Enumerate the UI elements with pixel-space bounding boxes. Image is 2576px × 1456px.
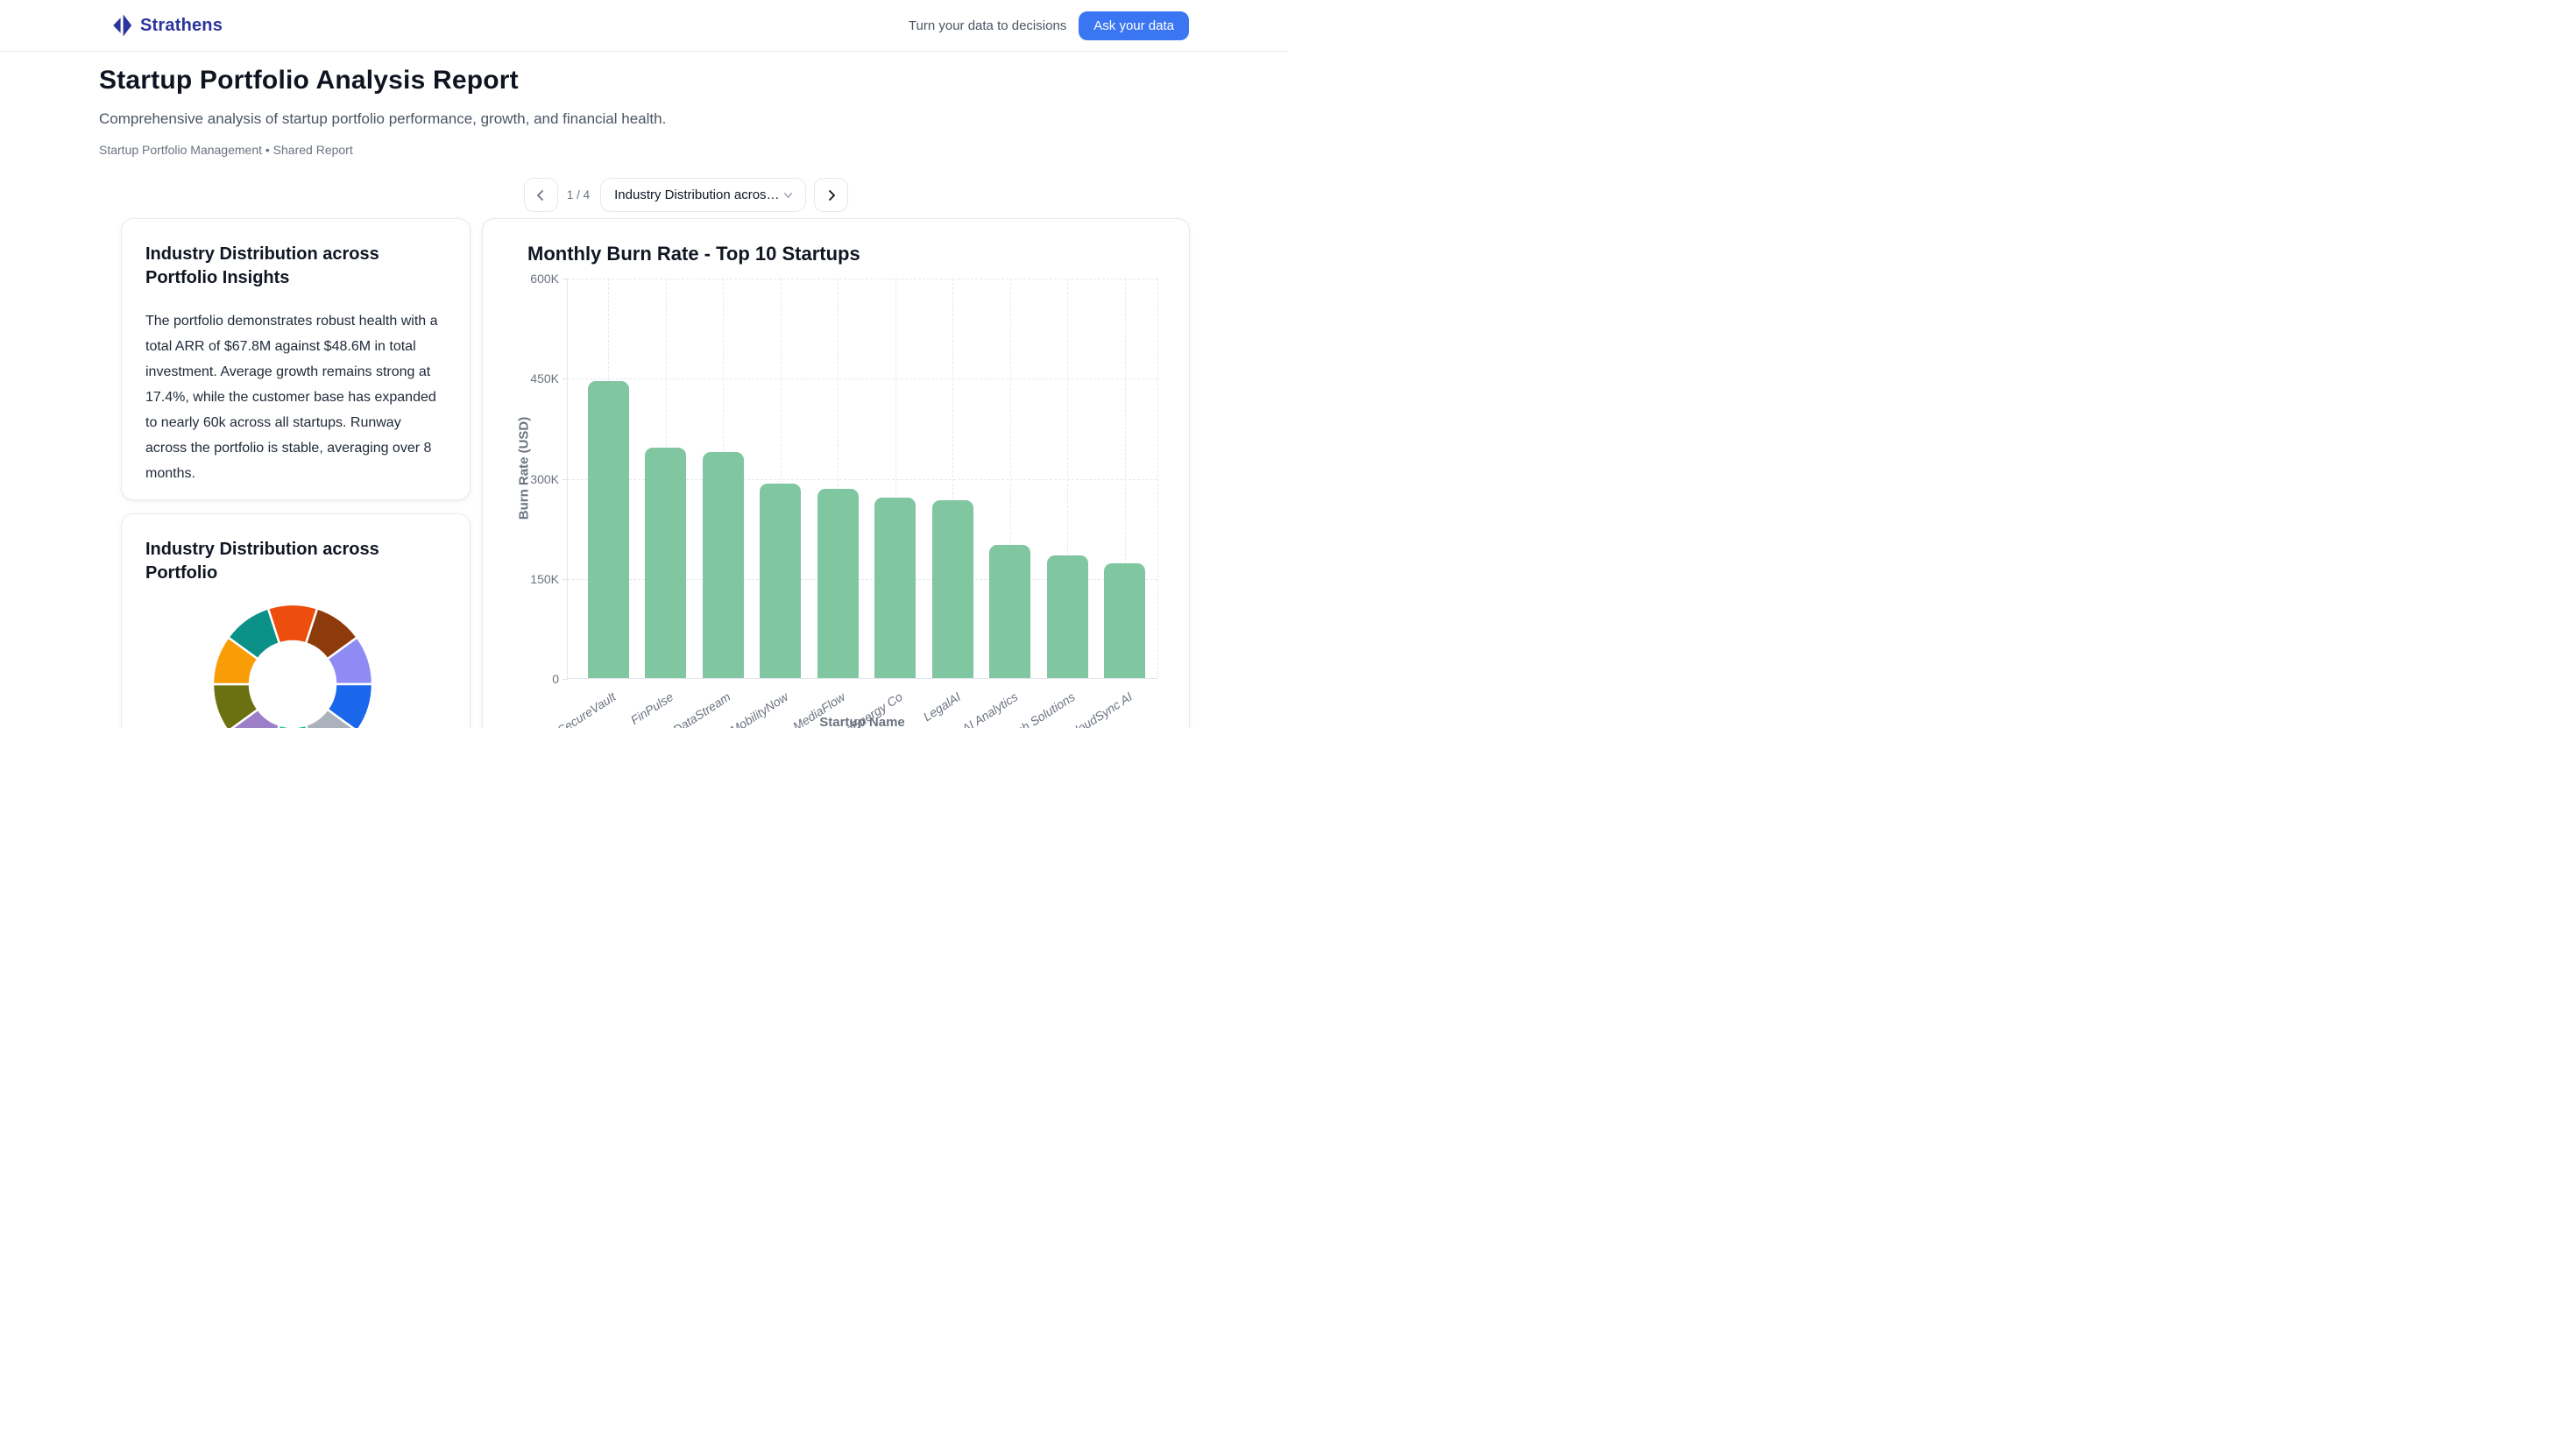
- brand-logo-icon: [112, 12, 132, 39]
- x-axis-title: Startup Name: [567, 715, 1157, 728]
- donut-card: Industry Distribution across Portfolio: [121, 513, 471, 728]
- chevron-right-icon: [825, 189, 838, 201]
- page-subtitle: Comprehensive analysis of startup portfo…: [99, 110, 666, 128]
- y-tick-label: 0: [506, 672, 559, 686]
- y-tick-mark: [563, 479, 568, 480]
- bar-MobilityNow: [760, 484, 801, 678]
- bar-LegalAI: [932, 500, 973, 678]
- y-gridline: [568, 378, 1157, 379]
- bar-FinPulse: [645, 448, 686, 678]
- y-tick-label: 150K: [506, 572, 559, 586]
- report-page: Strathens Turn your data to decisions As…: [0, 0, 1288, 728]
- pager-next-button[interactable]: [814, 178, 848, 212]
- brand-name: Strathens: [140, 16, 223, 36]
- y-tick-label: 300K: [506, 472, 559, 486]
- donut-chart: [209, 601, 376, 728]
- page-title: Startup Portfolio Analysis Report: [99, 66, 666, 95]
- header-right: Turn your data to decisions Ask your dat…: [909, 11, 1189, 40]
- chevron-down-icon: [782, 189, 794, 201]
- y-tick-label: 600K: [506, 272, 559, 286]
- chart-selector-dropdown[interactable]: Industry Distribution acros…: [600, 178, 806, 212]
- bar-AI Analytics: [989, 545, 1030, 678]
- insight-card-body: The portfolio demonstrates robust health…: [145, 308, 446, 486]
- pager-prev-button[interactable]: [524, 178, 558, 212]
- title-block: Startup Portfolio Analysis Report Compre…: [99, 66, 666, 157]
- insight-card: Industry Distribution across Portfolio I…: [121, 218, 471, 500]
- bar-SecureVault: [588, 381, 629, 678]
- header-tagline: Turn your data to decisions: [909, 18, 1066, 33]
- y-tick-mark: [563, 579, 568, 580]
- header: Strathens Turn your data to decisions As…: [0, 0, 1288, 52]
- bar-chart-card: Monthly Burn Rate - Top 10 Startups Burn…: [482, 218, 1190, 728]
- bar-plot: 600K450K300K150K0SecureVaultFinPulseData…: [567, 279, 1157, 679]
- y-tick-label: 450K: [506, 371, 559, 385]
- ask-your-data-button[interactable]: Ask your data: [1079, 11, 1189, 40]
- y-tick-mark: [563, 378, 568, 379]
- insight-card-title: Industry Distribution across Portfolio I…: [145, 243, 446, 290]
- bar-MediaFlow: [817, 489, 859, 678]
- y-tick-mark: [563, 679, 568, 680]
- page-meta: Startup Portfolio Management • Shared Re…: [99, 143, 666, 157]
- chart-selector-label: Industry Distribution acros…: [614, 187, 779, 202]
- bar-PropTech Solutions: [1047, 555, 1088, 678]
- brand[interactable]: Strathens: [112, 12, 223, 39]
- donut-card-title: Industry Distribution across Portfolio: [145, 538, 446, 585]
- bar-CloudSync AI: [1104, 563, 1145, 678]
- chart-pager: 1 / 4 Industry Distribution acros…: [42, 178, 1288, 212]
- y-axis-title: Burn Rate (USD): [516, 417, 531, 520]
- chevron-left-icon: [534, 189, 547, 201]
- x-gridline: [1157, 279, 1158, 678]
- bar-DataStream: [703, 452, 744, 678]
- bar-chart-title: Monthly Burn Rate - Top 10 Startups: [527, 243, 860, 265]
- pager-page-indicator: 1 / 4: [567, 188, 590, 201]
- bar-GreenEnergy Co: [874, 498, 916, 678]
